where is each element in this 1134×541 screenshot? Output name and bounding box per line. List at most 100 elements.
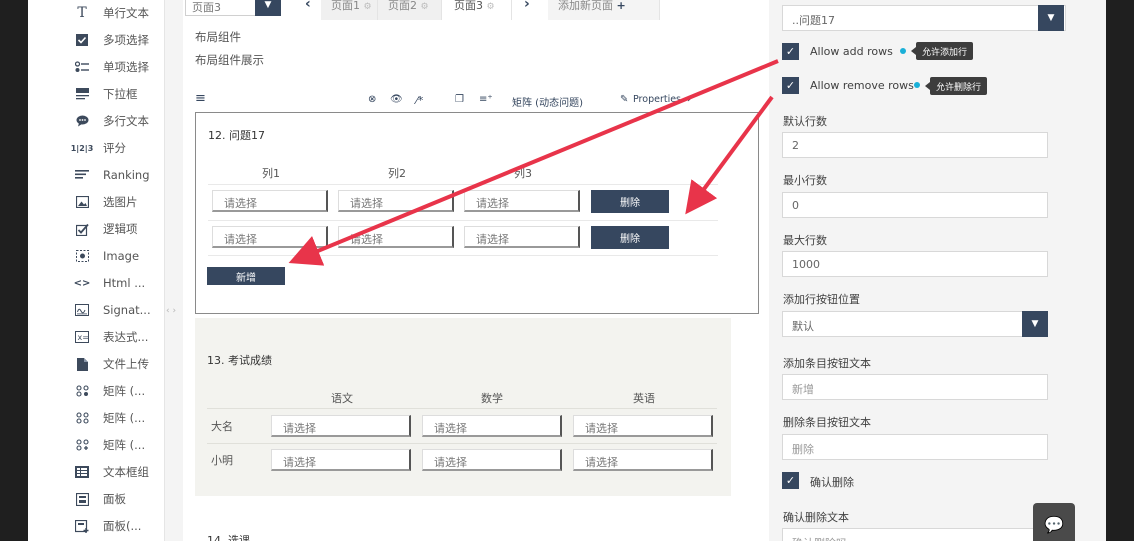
matrix-cell-dropdown[interactable]: 请选择 [464, 226, 580, 248]
matrix-cell-dropdown[interactable]: 请选择 [573, 449, 713, 471]
properties-button[interactable]: Properties [633, 94, 681, 105]
matrix-cell-dropdown[interactable]: 请选择 [573, 415, 713, 437]
matrix-cell-dropdown[interactable]: 请选择 [271, 415, 411, 437]
toolbox-splitter[interactable]: ‹ › [166, 306, 176, 316]
column-header: 列3 [514, 167, 532, 180]
allow-add-rows-label: Allow add rows [810, 45, 893, 58]
comment-icon [75, 114, 89, 128]
add-button-location-label: 添加行按钮位置 [783, 293, 860, 306]
toolbox-item-matrix[interactable]: 矩阵 (... [28, 378, 165, 404]
toolbox-item-panel[interactable]: 面板 [28, 486, 165, 512]
matrix-cell-dropdown[interactable]: 请选择 [338, 190, 454, 212]
row-label: 小明 [211, 454, 233, 467]
toolbox-item-image[interactable]: Image [28, 243, 165, 269]
question-title[interactable]: 12. 问题17 [208, 127, 265, 143]
confirm-delete-text-input[interactable]: 确认删除吗 [782, 528, 1048, 541]
question-title[interactable]: 14. 选课 [207, 532, 250, 541]
question-type-label[interactable]: 矩阵 (动态问题) [512, 94, 583, 109]
properties-panel: ..问题17 ▼ ✓ Allow add rows 允许添加行 ✓ Allow … [769, 0, 1106, 541]
question-selector[interactable]: ..问题17 [782, 5, 1066, 31]
eye-icon[interactable]: 👁 [390, 94, 403, 105]
tab-page1[interactable]: 页面1 ⚙ [321, 0, 378, 20]
matrix-cell-dropdown[interactable]: 请选择 [422, 415, 562, 437]
remove-row-text-input[interactable]: 删除 [782, 434, 1048, 460]
toolbox-item-boolean[interactable]: 逻辑项 [28, 216, 165, 242]
drag-handle-icon[interactable]: ≡ [195, 91, 206, 106]
gear-icon[interactable]: ⚙ [364, 2, 372, 12]
toolbox-item-dropdown[interactable]: 下拉框 [28, 81, 165, 107]
add-row-button[interactable]: 新增 [207, 267, 285, 285]
toolbox-item-radiogroup[interactable]: 单项选择 [28, 54, 165, 80]
required-icon[interactable]: ⁄* [416, 94, 423, 107]
tab-page3[interactable]: 页面3 ⚙ [444, 0, 512, 20]
pencil-icon[interactable]: ✎ [620, 94, 628, 105]
boolean-icon [75, 222, 89, 236]
chevron-right-icon[interactable]: › [687, 94, 691, 105]
chevron-down-icon[interactable]: ▼ [1038, 5, 1064, 31]
matrix-cell-dropdown[interactable]: 请选择 [212, 226, 328, 248]
default-rows-label: 默认行数 [783, 115, 827, 128]
allow-remove-rows-checkbox[interactable]: ✓ [782, 77, 799, 94]
toolbox-item-expression[interactable]: x= 表达式... [28, 324, 165, 350]
rating-icon: 1|2|3 [70, 143, 94, 153]
page-title[interactable]: 布局组件 [195, 29, 241, 45]
chat-icon[interactable]: 💬 [1033, 503, 1075, 541]
toolbox-item-signature[interactable]: Signat... [28, 297, 165, 323]
chevron-down-icon[interactable]: ▼ [255, 0, 281, 16]
toolbox-item-html[interactable]: <> Html ... [28, 270, 165, 296]
chevron-left-icon[interactable]: ‹ [305, 0, 311, 12]
min-rows-input[interactable]: 0 [782, 192, 1048, 218]
page-description[interactable]: 布局组件展示 [195, 52, 264, 68]
matrix-cell-dropdown[interactable]: 请选择 [338, 226, 454, 248]
tooltip: 允许删除行 [924, 77, 988, 95]
matrix-cell-dropdown[interactable]: 请选择 [271, 449, 411, 471]
gear-icon[interactable]: ⚙ [487, 2, 495, 12]
toolbox-item-file[interactable]: 文件上传 [28, 351, 165, 377]
question-toolbar: ≡ ⊗ 👁 ⁄* ❐ ≡⁺ 矩阵 (动态问题) ✎ Properties › [195, 91, 755, 112]
info-dot[interactable] [914, 82, 920, 88]
toolbox-item-text[interactable]: T 单行文本 [28, 0, 165, 26]
toolbox-item-multipletext[interactable]: 文本框组 [28, 459, 165, 485]
confirm-delete-checkbox[interactable]: ✓ [782, 472, 799, 489]
matrix-cell-dropdown[interactable]: 请选择 [212, 190, 328, 212]
toolbox-item-matrix-dropdown[interactable]: 矩阵 (... [28, 405, 165, 431]
copy-icon[interactable]: ❐ [455, 94, 464, 105]
remove-row-button[interactable]: 删除 [591, 190, 669, 213]
column-header: 列1 [262, 167, 280, 180]
panel-icon [75, 492, 89, 506]
chevron-right-icon[interactable]: › [524, 0, 530, 12]
add-to-toolbox-icon[interactable]: ≡⁺ [479, 94, 493, 105]
toolbox-item-imagepicker[interactable]: 选图片 [28, 189, 165, 215]
chevron-down-icon[interactable]: ▼ [1022, 311, 1048, 337]
toolbox-item-ranking[interactable]: Ranking [28, 162, 165, 188]
add-page-button[interactable]: 添加新页面 + [548, 0, 660, 20]
tab-page2[interactable]: 页面2 ⚙ [378, 0, 442, 20]
question-matrix-dropdown[interactable]: 13. 考试成绩 语文 数学 英语 大名 请选择 请选择 请选择 小明 请选择 … [195, 318, 731, 496]
question-title[interactable]: 13. 考试成绩 [207, 352, 272, 368]
delete-icon[interactable]: ⊗ [368, 94, 376, 105]
gear-icon[interactable]: ⚙ [421, 2, 429, 12]
remove-row-text-label: 删除条目按钮文本 [783, 416, 871, 429]
confirm-delete-text-label: 确认删除文本 [783, 511, 849, 524]
question-matrix-dynamic[interactable]: 12. 问题17 列1 列2 列3 请选择 请选择 请选择 删除 请选择 请选择… [195, 112, 759, 314]
toolbox-item-matrix-dynamic[interactable]: 矩阵 (... [28, 432, 165, 458]
toolbox-item-comment[interactable]: 多行文本 [28, 108, 165, 134]
max-rows-input[interactable]: 1000 [782, 251, 1048, 277]
imagepicker-icon [75, 195, 89, 209]
confirm-delete-label: 确认删除 [810, 476, 854, 489]
allow-add-rows-checkbox[interactable]: ✓ [782, 43, 799, 60]
add-row-text-input[interactable]: 新增 [782, 374, 1048, 400]
ranking-icon [75, 168, 89, 182]
matrix-cell-dropdown[interactable]: 请选择 [422, 449, 562, 471]
remove-row-button[interactable]: 删除 [591, 226, 669, 249]
tooltip: 允许添加行 [910, 42, 974, 60]
info-dot[interactable] [900, 48, 906, 54]
default-rows-input[interactable]: 2 [782, 132, 1048, 158]
toolbox-item-paneldynamic[interactable]: 面板(... [28, 513, 165, 539]
toolbox-item-rating[interactable]: 1|2|3 评分 [28, 135, 165, 161]
add-button-location-select[interactable]: 默认 [782, 311, 1048, 337]
expression-icon: x= [75, 330, 89, 344]
matrix-cell-dropdown[interactable]: 请选择 [464, 190, 580, 212]
toolbox-item-checkbox[interactable]: 多项选择 [28, 27, 165, 53]
column-header: 语文 [331, 392, 353, 405]
